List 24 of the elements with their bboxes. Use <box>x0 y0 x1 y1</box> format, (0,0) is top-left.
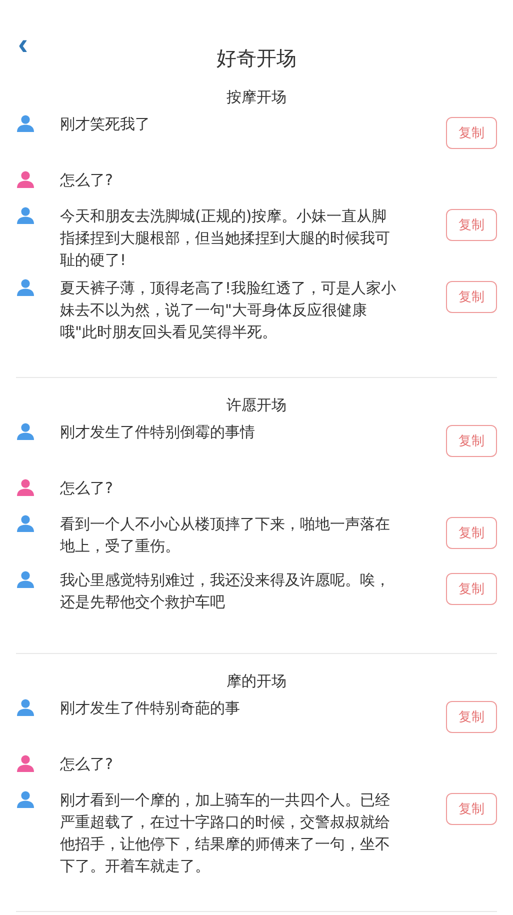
copy-button[interactable]: 复制 <box>446 281 497 313</box>
page-title: 好奇开场 <box>216 46 296 70</box>
copy-button[interactable]: 复制 <box>446 793 497 825</box>
section-title: 摩的开场 <box>226 671 288 692</box>
message-text: 怎么了? <box>60 478 114 499</box>
section-title: 许愿开场 <box>226 395 288 416</box>
back-button[interactable]: ‹ <box>12 30 34 60</box>
message-text: 我心里感觉特别难过，我还没来得及许愿呢。唉，还是先帮他交个救护车吧 <box>60 570 391 613</box>
message-text: 怎么了? <box>60 170 114 191</box>
copy-button[interactable]: 复制 <box>446 701 497 733</box>
copy-button[interactable]: 复制 <box>446 117 497 149</box>
message-text: 夏天裤子薄，顶得老高了!我脸红透了，可是人家小妹去不以为然，说了一句"大哥身体反应很健康哦"此时朋友回头看见笑得半死。 <box>60 278 398 343</box>
message-text: 刚才笑死我了 <box>60 114 151 135</box>
message-text: 刚才发生了件特别奇葩的事 <box>60 698 241 719</box>
copy-button[interactable]: 复制 <box>446 425 497 457</box>
message-text: 今天和朋友去洗脚城(正规的)按摩。小妹一直从脚指揉捏到大腿根部，但当她揉捏到大腿的时候我可耻的硬了! <box>60 206 391 271</box>
message-text: 怎么了? <box>60 754 114 775</box>
copy-button[interactable]: 复制 <box>446 573 497 605</box>
message-text: 刚才看到一个摩的，加上骑车的一共四个人。已经严重超载了，在过十字路口的时候，交警叔叔就给他招手，让他停下，结果摩的师傅来了一句，坐不下了。开着车就走了。 <box>60 790 391 877</box>
section-title: 按摩开场 <box>226 87 288 108</box>
copy-button[interactable]: 复制 <box>446 517 497 549</box>
message-text: 看到一个人不小心从楼顶摔了下来，啪地一声落在地上，受了重伤。 <box>60 514 391 557</box>
message-text: 刚才发生了件特别倒霉的事情 <box>60 422 256 443</box>
copy-button[interactable]: 复制 <box>446 209 497 241</box>
